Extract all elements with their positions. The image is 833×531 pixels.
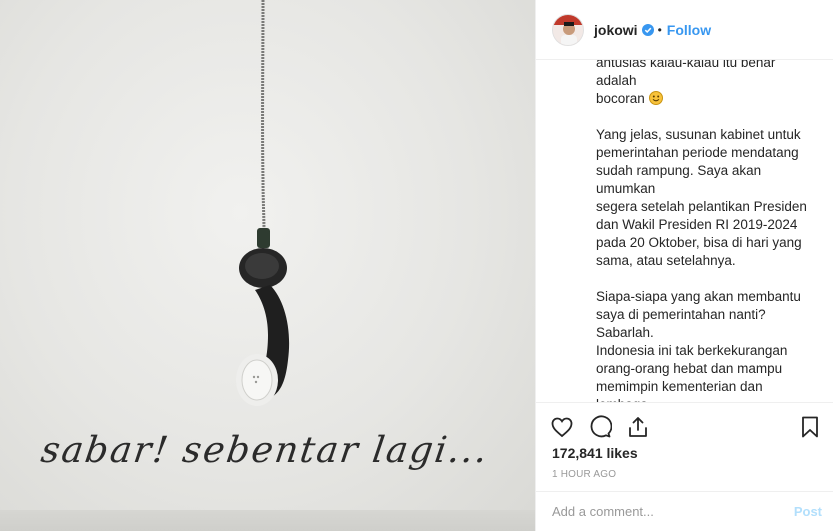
- comments-scroll-area[interactable]: antusias kalau-kalau itu benar adalah bo…: [536, 60, 833, 402]
- verified-badge-icon: [641, 23, 654, 36]
- floor-strip: [0, 510, 535, 531]
- comment-input[interactable]: [552, 504, 794, 519]
- caption-text: antusias kalau-kalau itu benar adalah bo…: [596, 60, 812, 402]
- avatar-image: [553, 14, 583, 45]
- comments-scrollbar[interactable]: [827, 60, 833, 402]
- bookmark-icon[interactable]: [798, 415, 822, 439]
- post-header: jokowi • Follow: [536, 0, 833, 60]
- phone-cord: [261, 0, 266, 233]
- heart-icon[interactable]: [550, 415, 574, 439]
- post-timestamp[interactable]: 1 HOUR AGO: [552, 469, 616, 480]
- phone-handset: [236, 248, 290, 406]
- post-actions: 172,841 likes 1 HOUR AGO Post: [536, 402, 833, 530]
- comment-icon[interactable]: [588, 415, 612, 439]
- separator-dot: •: [657, 22, 662, 37]
- caption-text-part-1: antusias kalau-kalau itu benar adalah bo…: [596, 60, 776, 106]
- add-comment-bar: Post: [536, 491, 833, 531]
- likes-count[interactable]: 172,841 likes: [552, 445, 638, 461]
- follow-button[interactable]: Follow: [667, 22, 711, 38]
- action-icons: [550, 415, 650, 439]
- username-link[interactable]: jokowi: [594, 22, 638, 38]
- caption-text-part-2: Yang jelas, susunan kabinet untuk pemeri…: [596, 127, 807, 402]
- post-photo: sabar! sebentar lagi...: [0, 0, 535, 531]
- avatar[interactable]: [552, 13, 584, 46]
- share-icon[interactable]: [626, 415, 650, 439]
- post-comment-button[interactable]: Post: [794, 504, 822, 519]
- smile-emoji-icon: [648, 91, 663, 105]
- post-detail-panel: jokowi • Follow antusias kalau-kalau itu…: [535, 0, 833, 531]
- cord-connector: [257, 228, 270, 248]
- photo-caption-art: sabar! sebentar lagi...: [38, 430, 492, 471]
